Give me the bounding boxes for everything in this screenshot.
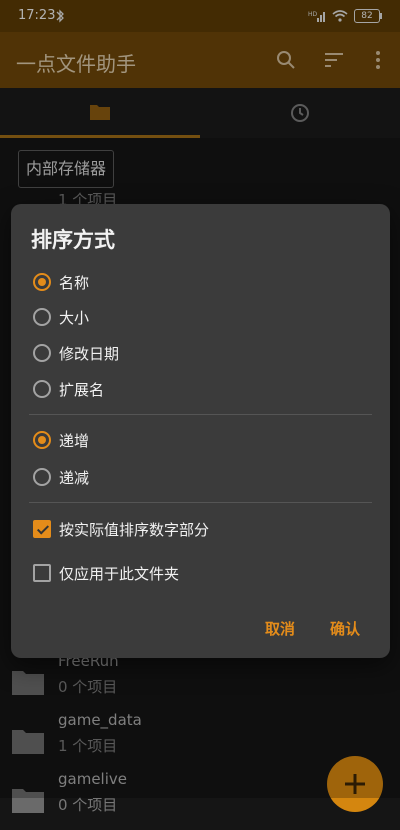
divider: [29, 502, 372, 503]
option-label: 修改日期: [59, 344, 120, 363]
radio-button[interactable]: [33, 380, 51, 398]
sort-option-size[interactable]: 大小: [33, 300, 363, 334]
radio-button[interactable]: [33, 273, 51, 291]
sort-dialog: 排序方式 名称 大小 修改日期 扩展名 递增 递减 按实际值排序数字部分 仅应用…: [11, 204, 390, 658]
sort-option-name[interactable]: 名称: [33, 265, 363, 299]
radio-button[interactable]: [33, 344, 51, 362]
radio-button[interactable]: [33, 308, 51, 326]
radio-button[interactable]: [33, 468, 51, 486]
numeric-sort-checkbox[interactable]: 按实际值排序数字部分: [33, 512, 363, 546]
order-option-ascending[interactable]: 递增: [33, 423, 363, 457]
option-label: 名称: [59, 273, 90, 292]
option-label: 仅应用于此文件夹: [59, 564, 180, 583]
option-label: 按实际值排序数字部分: [59, 520, 210, 539]
sort-option-extension[interactable]: 扩展名: [33, 372, 363, 406]
dialog-title: 排序方式: [31, 228, 115, 252]
option-label: 递减: [59, 468, 90, 487]
divider: [29, 414, 372, 415]
sort-option-modified[interactable]: 修改日期: [33, 336, 363, 370]
option-label: 递增: [59, 431, 90, 450]
checkbox[interactable]: [33, 520, 51, 538]
option-label: 扩展名: [59, 380, 105, 399]
checkbox[interactable]: [33, 564, 51, 582]
radio-button[interactable]: [33, 431, 51, 449]
cancel-button[interactable]: 取消: [265, 618, 295, 639]
order-option-descending[interactable]: 递减: [33, 460, 363, 494]
apply-folder-checkbox[interactable]: 仅应用于此文件夹: [33, 556, 363, 590]
confirm-button[interactable]: 确认: [330, 618, 360, 639]
option-label: 大小: [59, 308, 90, 327]
